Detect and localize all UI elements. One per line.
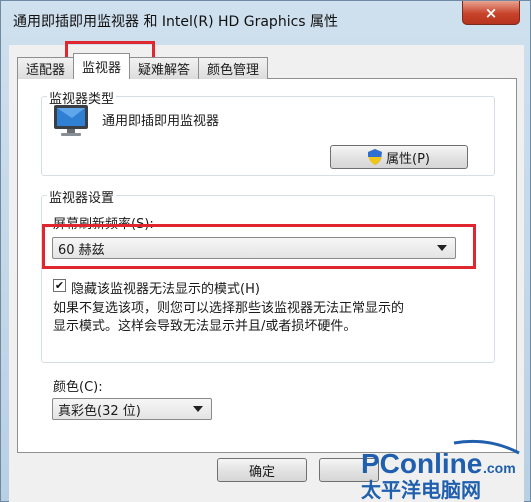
hide-modes-label[interactable]: 隐藏该监视器无法显示的模式(H) (71, 278, 260, 297)
ok-button-label: 确定 (248, 464, 275, 480)
monitor-settings-group-title: 监视器设置 (47, 187, 117, 206)
tab-troubleshoot[interactable]: 疑难解答 (129, 57, 200, 79)
tab-adapter-label: 适配器 (26, 63, 66, 78)
tab-monitor-label: 监视器 (82, 61, 122, 76)
window-title: 通用即插即用监视器 和 Intel(R) HD Graphics 属性 (13, 14, 339, 30)
monitor-name: 通用即插即用监视器 (102, 114, 220, 129)
checkmark-icon: ✔ (54, 279, 65, 292)
tab-color-management[interactable]: 颜色管理 (198, 57, 269, 79)
tab-troubleshoot-label: 疑难解答 (138, 63, 191, 78)
ok-button[interactable]: 确定 (217, 458, 307, 482)
properties-button-label: 属性(P) (386, 151, 430, 167)
tab-strip: 适配器 监视器 疑难解答 颜色管理 (17, 53, 269, 79)
hide-modes-description-line2: 显示模式。这样会导致无法显示并且/或者损坏硬件。 (53, 319, 357, 334)
chevron-down-icon (193, 406, 203, 412)
colors-select[interactable]: 真彩色(32 位) (52, 398, 212, 420)
hide-modes-checkbox[interactable]: ✔ (53, 279, 66, 292)
logo-tagline-text: 太平洋电脑网 (361, 478, 481, 501)
logo-dotcom-text: .com (483, 460, 516, 476)
colors-value: 真彩色(32 位) (58, 403, 141, 419)
tab-adapter[interactable]: 适配器 (17, 57, 75, 79)
refresh-highlight-box (42, 224, 476, 269)
close-icon: × (484, 3, 498, 22)
pconline-logo-graphic: PConline .com 太平洋电脑网 (361, 439, 520, 502)
shield-icon (368, 149, 382, 165)
logo-brand-text: PConline (361, 448, 482, 479)
title-bar[interactable]: 通用即插即用监视器 和 Intel(R) HD Graphics 属性 × (1, 1, 530, 39)
properties-dialog: 通用即插即用监视器 和 Intel(R) HD Graphics 属性 × 适配… (0, 0, 531, 502)
monitor-icon (54, 105, 88, 136)
tab-monitor[interactable]: 监视器 (73, 53, 131, 79)
tab-color-management-label: 颜色管理 (207, 63, 260, 78)
properties-button[interactable]: 属性(P) (330, 145, 468, 169)
hide-modes-description-line1: 如果不复选该项，则您可以选择那些该监视器无法正常显示的 (53, 301, 405, 316)
pconline-logo: PConline .com 太平洋电脑网 (359, 439, 529, 502)
colors-label: 颜色(C): (53, 380, 103, 395)
close-button[interactable]: × (462, 1, 520, 25)
